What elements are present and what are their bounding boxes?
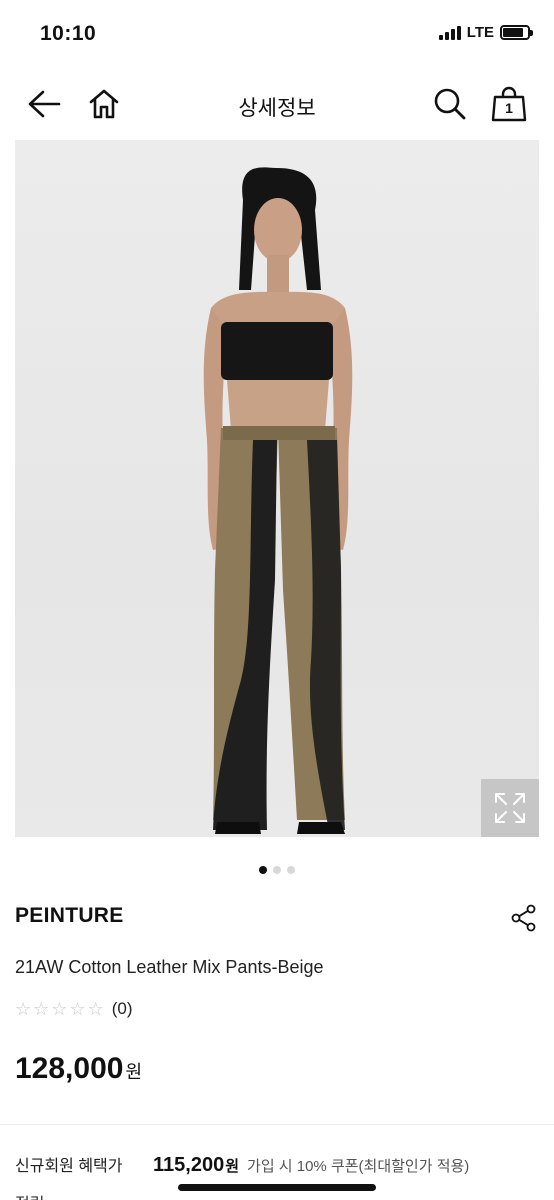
share-button[interactable]: [510, 904, 538, 932]
gallery-pagination: [0, 866, 554, 874]
status-time: 10:10: [40, 22, 97, 45]
brand-name[interactable]: PEINTURE: [15, 904, 124, 928]
status-indicators: LTE: [438, 24, 533, 41]
home-indicator: [178, 1184, 376, 1191]
pagination-dot-1[interactable]: [259, 866, 267, 874]
points-row-label: 적립: [15, 1190, 44, 1200]
benefit-label: 신규회원 혜택가: [15, 1158, 123, 1175]
product-name: 21AW Cotton Leather Mix Pants-Beige: [15, 957, 324, 977]
battery-icon: [500, 25, 533, 40]
pagination-dot-2[interactable]: [273, 866, 281, 874]
page-title: 상세정보: [238, 97, 316, 120]
expand-icon: [495, 793, 525, 823]
review-count: (0): [111, 999, 133, 1018]
product-price: 128,000 원: [15, 1052, 142, 1086]
share-icon: [511, 904, 536, 932]
star-icon: ☆: [87, 999, 104, 1019]
search-button[interactable]: [430, 84, 470, 124]
rating[interactable]: ☆ ☆ ☆ ☆ ☆ (0): [15, 999, 132, 1019]
price-amount: 128,000: [15, 1052, 124, 1085]
benefit-price: 115,200: [153, 1154, 225, 1176]
star-icon: ☆: [15, 999, 32, 1019]
section-divider: [0, 1124, 554, 1125]
model-photo: [203, 167, 353, 834]
benefit-unit: 원: [225, 1158, 240, 1175]
cart-count: 1: [505, 100, 513, 116]
star-icon: ☆: [69, 999, 86, 1019]
price-unit: 원: [125, 1062, 143, 1082]
network-label: LTE: [466, 24, 494, 41]
status-bar: 10:10 LTE: [0, 0, 554, 66]
nav-bar: 상세정보 1: [0, 70, 554, 140]
product-image[interactable]: [15, 140, 539, 837]
pagination-dot-3[interactable]: [287, 866, 295, 874]
star-icon: ☆: [33, 999, 50, 1019]
star-icon: ☆: [51, 999, 68, 1019]
cart-button[interactable]: 1: [489, 84, 529, 124]
benefit-note: 가입 시 10% 쿠폰(최대할인가 적용): [247, 1158, 470, 1175]
signal-icon: [438, 25, 461, 40]
expand-button[interactable]: [481, 779, 539, 837]
member-benefit-row: 신규회원 혜택가 115,200 원 가입 시 10% 쿠폰(최대할인가 적용): [15, 1152, 469, 1177]
search-icon: [434, 88, 466, 120]
